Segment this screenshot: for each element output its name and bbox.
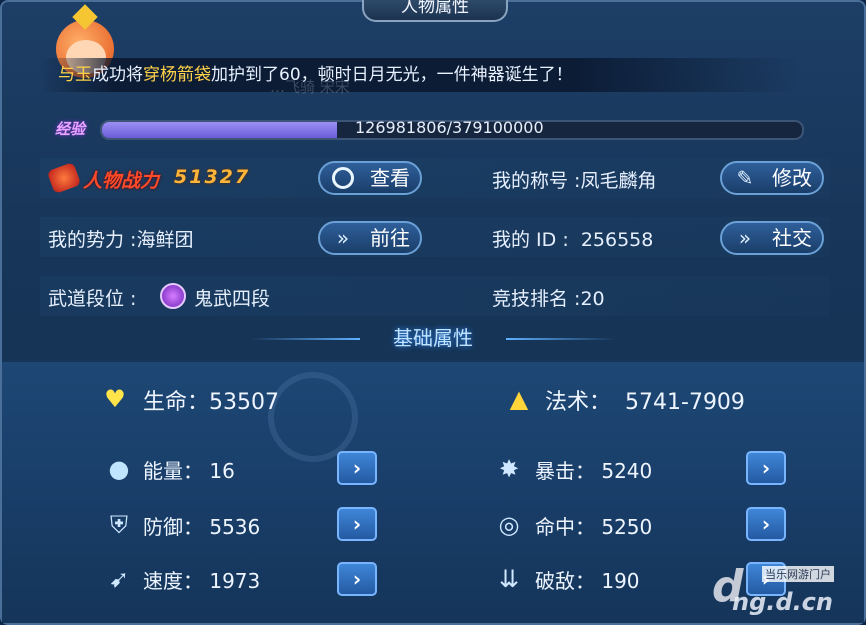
energy-stat: 能量： 16: [143, 459, 235, 483]
announcement-item-name: 穿杨箭袋: [143, 65, 211, 85]
energy-label: 能量: [143, 459, 183, 483]
break-splash-icon: ⇊: [498, 565, 520, 593]
rank-field: 武道段位 :: [48, 288, 137, 310]
crit-stat: 暴击： 5240: [535, 459, 653, 483]
arena-label: 竞技排名: [492, 288, 569, 310]
view-button[interactable]: 查看: [318, 161, 422, 195]
social-button-label: 社交: [772, 226, 812, 250]
announcement-banner: …飞骑 宋宋 与玉成功将穿杨箭袋加护到了60，顿时日月无光，一件神器诞生了！: [40, 58, 800, 96]
pen-icon: ✎: [736, 166, 754, 190]
decorative-wheel-icon: [268, 372, 358, 462]
view-button-label: 查看: [370, 166, 410, 190]
site-watermark: d 当乐网游门户 ng.d.cn: [712, 562, 852, 620]
rank-value: 鬼武四段: [194, 288, 271, 310]
faction-value: 海鲜团: [136, 229, 194, 251]
exp-label: 经验: [55, 120, 86, 138]
watermark-site-label: 当乐网游门户: [762, 566, 834, 582]
social-button[interactable]: » 社交: [720, 221, 824, 255]
defense-label: 防御: [143, 515, 183, 539]
energy-value: 16: [209, 459, 235, 483]
faction-field: 我的势力 :海鲜团: [48, 229, 194, 251]
faction-label: 我的势力: [48, 229, 125, 251]
title-field: 我的称号 :凤毛麟角: [492, 170, 657, 192]
goto-button-label: 前往: [370, 226, 410, 250]
goto-button[interactable]: » 前往: [318, 221, 422, 255]
target-icon: ◎: [498, 511, 520, 539]
speed-stat: 速度： 1973: [143, 569, 261, 593]
magic-label: 法术: [545, 390, 590, 415]
arena-field: 竞技排名 :20: [492, 288, 605, 310]
crit-label: 暴击: [535, 459, 575, 483]
double-chevron-icon: »: [738, 226, 752, 250]
hit-detail-button[interactable]: ›: [746, 507, 786, 541]
watermark-url: ng.d.cn: [732, 588, 833, 616]
title-value: 凤毛麟角: [580, 170, 657, 192]
energy-drop-icon: ●: [108, 455, 130, 483]
exp-bar-fill: [102, 122, 337, 138]
hit-value: 5250: [601, 515, 653, 539]
break-value: 190: [601, 569, 640, 593]
shield-icon: ⛨: [110, 511, 128, 539]
announcement-faint-text: …飞骑 宋宋: [270, 78, 350, 96]
life-label: 生命: [143, 390, 188, 415]
speed-value: 1973: [209, 569, 261, 593]
winged-boot-icon: ➹: [108, 565, 130, 593]
power-label: 人物战力: [83, 170, 160, 192]
rank-label: 武道段位: [48, 288, 125, 310]
hit-label: 命中: [535, 515, 575, 539]
speed-detail-button[interactable]: ›: [337, 562, 377, 596]
speed-label: 速度: [143, 569, 183, 593]
crit-value: 5240: [601, 459, 653, 483]
announcement-text-1: 成功将: [92, 65, 143, 85]
id-label: 我的 ID: [492, 229, 557, 251]
title-label: 我的称号: [492, 170, 569, 192]
modify-button[interactable]: ✎ 修改: [720, 161, 824, 195]
crit-burst-icon: ✸: [498, 455, 520, 483]
modify-button-label: 修改: [772, 166, 812, 190]
defense-detail-button[interactable]: ›: [337, 507, 377, 541]
section-title: 基础属性: [393, 326, 473, 350]
break-label: 破敌: [535, 569, 575, 593]
announcement-text-2: 加护到了60，顿时日月无光，一件神器诞生了！: [211, 65, 573, 85]
magnifier-icon: [332, 167, 354, 189]
announcement-player-name: 与玉: [58, 65, 92, 85]
energy-detail-button[interactable]: ›: [337, 451, 377, 485]
crit-detail-button[interactable]: ›: [746, 451, 786, 485]
id-value: 256558: [580, 229, 654, 251]
magic-value: 5741-7909: [625, 390, 745, 415]
power-value: 51327: [174, 166, 251, 188]
magic-stat: 法术： 5741-7909: [545, 390, 745, 415]
heart-icon: ♥: [104, 385, 126, 413]
break-stat: 破敌： 190: [535, 569, 640, 593]
window-title: 人物属性: [362, 0, 508, 22]
wizard-hat-icon: ▲: [509, 385, 529, 413]
rank-badge-icon: [160, 283, 186, 309]
defense-stat: 防御： 5536: [143, 515, 261, 539]
arena-value: 20: [580, 288, 605, 310]
id-field: 我的 ID : 256558: [492, 229, 654, 251]
exp-value: 126981806/379100000: [355, 118, 544, 137]
double-chevron-icon: »: [336, 226, 350, 250]
life-value: 53507: [209, 390, 280, 415]
row-rank: [40, 276, 830, 316]
life-stat: 生命：53507: [143, 390, 280, 415]
hit-stat: 命中： 5250: [535, 515, 653, 539]
defense-value: 5536: [209, 515, 261, 539]
